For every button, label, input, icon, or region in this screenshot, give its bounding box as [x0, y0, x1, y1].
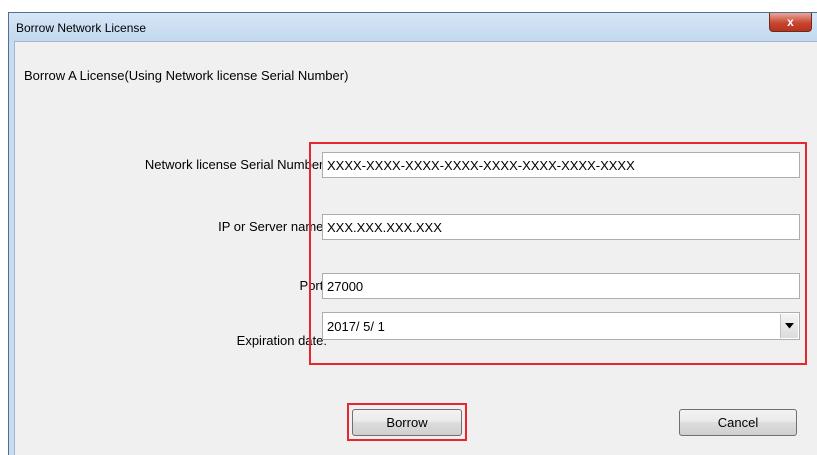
- serial-number-input[interactable]: [322, 152, 800, 178]
- borrow-license-dialog: Borrow Network License x Borrow A Licens…: [8, 12, 817, 455]
- borrow-button[interactable]: Borrow: [352, 409, 462, 436]
- dropdown-button[interactable]: [780, 314, 798, 338]
- port-input[interactable]: [322, 273, 800, 299]
- expiration-date-select[interactable]: 2017/ 5/ 1: [322, 312, 800, 340]
- title-bar[interactable]: Borrow Network License x: [9, 13, 817, 41]
- chevron-down-icon: [785, 323, 794, 329]
- cancel-button-label: Cancel: [717, 415, 759, 430]
- serial-number-label: Network license Serial Number:: [144, 157, 327, 172]
- window-title: Borrow Network License: [16, 21, 147, 35]
- cancel-button[interactable]: Cancel: [679, 409, 797, 436]
- close-icon: x: [787, 15, 794, 29]
- borrow-button-label: Borrow: [386, 415, 428, 430]
- server-name-label: IP or Server name:: [218, 219, 327, 234]
- server-name-input[interactable]: [322, 214, 800, 240]
- expiration-date-label: Expiration date:: [236, 333, 327, 348]
- close-button[interactable]: x: [769, 13, 812, 32]
- dialog-heading: Borrow A License(Using Network license S…: [24, 68, 349, 83]
- expiration-date-value: 2017/ 5/ 1: [327, 319, 385, 334]
- dialog-body: [14, 41, 817, 455]
